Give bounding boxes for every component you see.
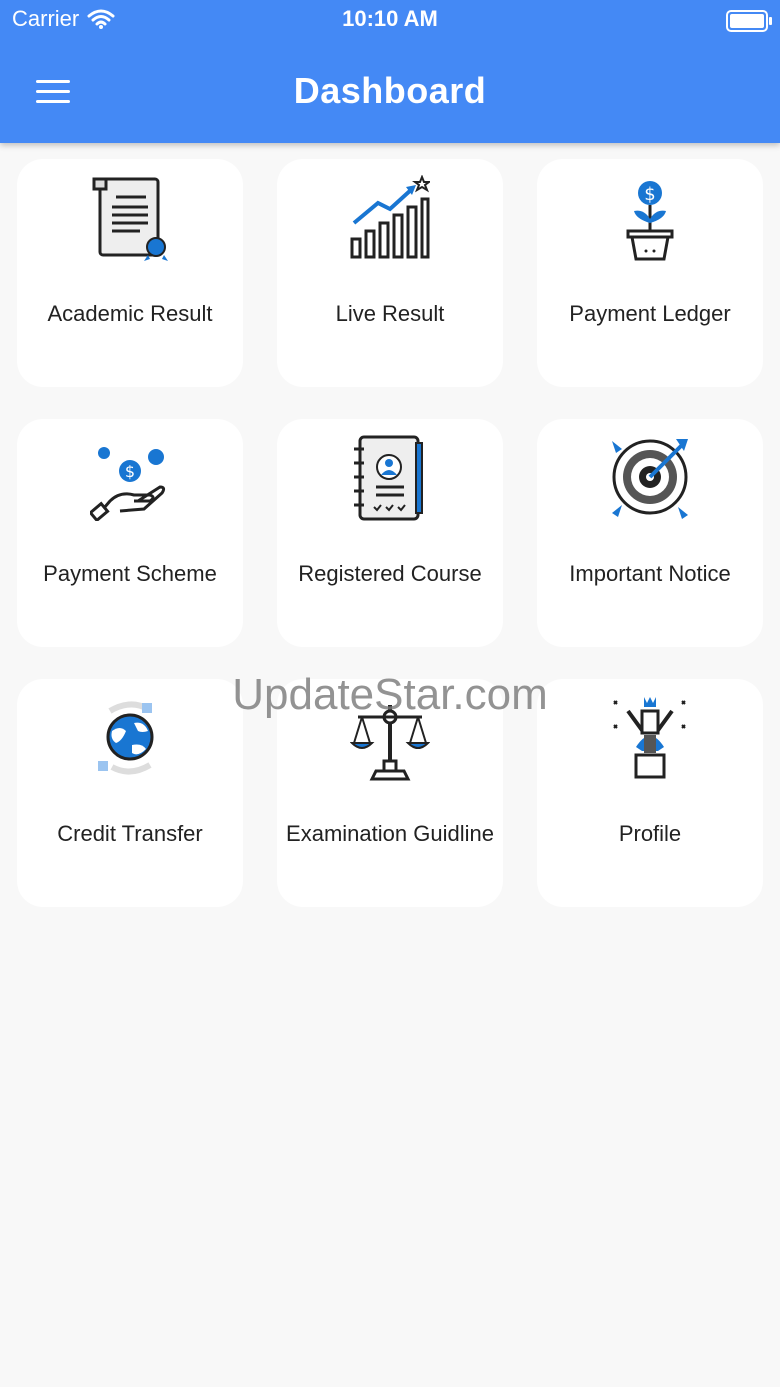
- target-icon: [612, 439, 688, 519]
- hand-coins-icon: $: [90, 447, 166, 521]
- app-bar: Carrier 10:10 AM Dashboard: [0, 0, 780, 143]
- card-label: Profile: [618, 821, 682, 846]
- card-registered-course[interactable]: Registered Course: [277, 419, 503, 647]
- svg-text:$: $: [644, 184, 655, 205]
- card-label: Payment Scheme: [43, 561, 217, 586]
- card-label: Live Result: [335, 301, 445, 326]
- money-plant-icon: $: [626, 181, 674, 261]
- page-title: Dashboard: [293, 70, 487, 111]
- notebook-profile-icon: [354, 435, 423, 521]
- svg-text:$: $: [125, 462, 135, 481]
- status-time: 10:10 AM: [342, 6, 438, 31]
- card-label: Registered Course: [298, 561, 482, 586]
- card-payment-ledger[interactable]: $ Payment Ledger: [537, 159, 763, 387]
- card-label: Credit Transfer: [57, 821, 203, 846]
- card-payment-scheme[interactable]: $ Payment Scheme: [17, 419, 243, 647]
- watermark: UpdateStar.com: [232, 670, 548, 719]
- card-label: Academic Result: [47, 301, 213, 326]
- card-academic-result[interactable]: Academic Result: [17, 159, 243, 387]
- card-label: Payment Ledger: [569, 301, 731, 326]
- growth-chart-icon: [350, 175, 430, 259]
- card-live-result[interactable]: Live Result: [277, 159, 503, 387]
- certificate-icon: [92, 177, 168, 261]
- card-label: Examination Guidline: [286, 821, 494, 846]
- card-important-notice[interactable]: Important Notice: [537, 419, 763, 647]
- battery-icon: [726, 10, 772, 32]
- card-label: Important Notice: [569, 561, 731, 586]
